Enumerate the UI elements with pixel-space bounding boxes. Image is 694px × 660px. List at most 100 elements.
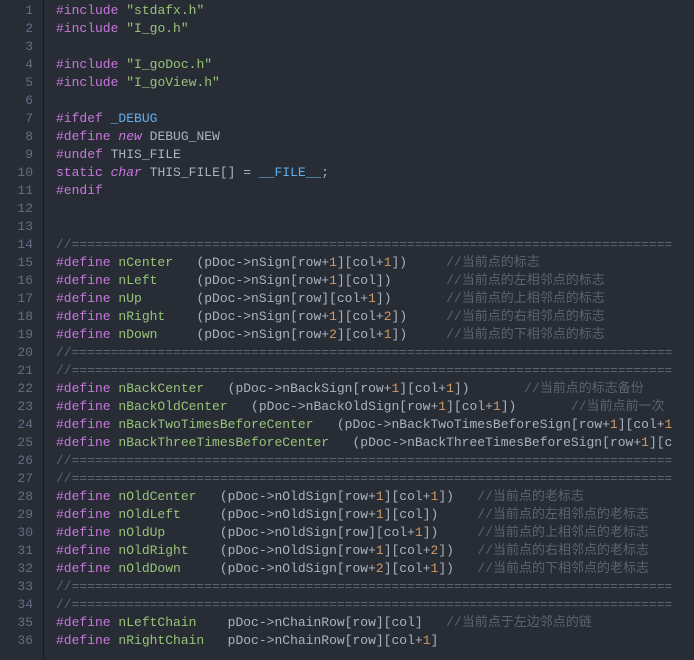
code-line[interactable]: #include "I_go.h": [56, 20, 694, 38]
code-area[interactable]: #include "stdafx.h"#include "I_go.h"#inc…: [44, 0, 694, 660]
code-line[interactable]: #define nBackCenter (pDoc->nBackSign[row…: [56, 380, 694, 398]
token-pre: #include: [56, 3, 118, 18]
token-id: THIS_FILE[] =: [150, 165, 259, 180]
token-pre: #define: [56, 255, 111, 270]
line-number: 2: [0, 20, 43, 38]
code-line[interactable]: //======================================…: [56, 236, 694, 254]
token-macro: _DEBUG: [111, 111, 158, 126]
code-editor[interactable]: 1234567891011121314151617181920212223242…: [0, 0, 694, 660]
token-grn: nOldUp: [118, 525, 165, 540]
token-pre: #ifdef: [56, 111, 103, 126]
code-line[interactable]: #define nOldDown (pDoc->nOldSign[row+2][…: [56, 560, 694, 578]
code-line[interactable]: #include "I_goDoc.h": [56, 56, 694, 74]
token-id: ][col+: [337, 309, 384, 324]
token-id: (pDoc->nBackThreeTimesBeforeSign[row+: [352, 435, 641, 450]
token-cmt: //当前点于左边邻点的链: [446, 615, 592, 630]
token-pre: #define: [56, 489, 111, 504]
token-num: 1: [423, 633, 431, 648]
code-line[interactable]: [56, 218, 694, 236]
line-number: 35: [0, 614, 43, 632]
line-number: 21: [0, 362, 43, 380]
code-line[interactable]: #define nBackTwoTimesBeforeCenter (pDoc-…: [56, 416, 694, 434]
token-grn: nLeft: [118, 273, 157, 288]
token-pre: #define: [56, 543, 111, 558]
token-num: 1: [446, 381, 454, 396]
code-line[interactable]: #define nUp (pDoc->nSign[row][col+1]) //…: [56, 290, 694, 308]
token-id: (pDoc->nSign[row+: [196, 309, 329, 324]
token-pre: #define: [56, 291, 111, 306]
code-line[interactable]: #define nOldUp (pDoc->nOldSign[row][col+…: [56, 524, 694, 542]
token-num: 1: [493, 399, 501, 414]
token-id: ][col+: [446, 399, 493, 414]
token-num: 1: [368, 291, 376, 306]
code-line[interactable]: #include "stdafx.h": [56, 2, 694, 20]
token-pre: #define: [56, 399, 111, 414]
line-number: 25: [0, 434, 43, 452]
token-id: (pDoc->nSign[row][col+: [196, 291, 368, 306]
line-number: 15: [0, 254, 43, 272]
code-line[interactable]: #define nOldCenter (pDoc->nOldSign[row+1…: [56, 488, 694, 506]
code-line[interactable]: //======================================…: [56, 470, 694, 488]
code-line[interactable]: [56, 38, 694, 56]
token-id: (pDoc->nBackTwoTimesBeforeSign[row+: [337, 417, 610, 432]
line-number: 28: [0, 488, 43, 506]
code-line[interactable]: //======================================…: [56, 452, 694, 470]
token-id: ]): [392, 309, 447, 324]
code-line[interactable]: #define nOldLeft (pDoc->nOldSign[row+1][…: [56, 506, 694, 524]
code-line[interactable]: static char THIS_FILE[] = __FILE__;: [56, 164, 694, 182]
code-line[interactable]: #define nBackOldCenter (pDoc->nBackOldSi…: [56, 398, 694, 416]
token-str: "I_goView.h": [126, 75, 220, 90]
token-id: ][col+: [399, 381, 446, 396]
token-cmt: //======================================…: [56, 363, 672, 378]
code-line[interactable]: #define nOldRight (pDoc->nOldSign[row+1]…: [56, 542, 694, 560]
token-cmt: //当前点前一次: [571, 399, 665, 414]
token-pre: #include: [56, 75, 118, 90]
token-id: ]): [376, 291, 446, 306]
token-id: (pDoc->nBackOldSign[row+: [251, 399, 438, 414]
token-cmt: //当前点的右相邻点的老标志: [477, 543, 649, 558]
token-str: "stdafx.h": [126, 3, 204, 18]
line-number: 6: [0, 92, 43, 110]
code-line[interactable]: #define nBackThreeTimesBeforeCenter (pDo…: [56, 434, 694, 452]
code-line[interactable]: #define new DEBUG_NEW: [56, 128, 694, 146]
line-number: 29: [0, 506, 43, 524]
code-line[interactable]: [56, 92, 694, 110]
token-cmt: //当前点的左相邻点的老标志: [477, 507, 649, 522]
code-line[interactable]: //======================================…: [56, 596, 694, 614]
line-number: 9: [0, 146, 43, 164]
line-number: 31: [0, 542, 43, 560]
code-line[interactable]: #define nCenter (pDoc->nSign[row+1][col+…: [56, 254, 694, 272]
token-cmt: //======================================…: [56, 471, 672, 486]
token-grn: nLeftChain: [118, 615, 196, 630]
token-id: ;: [321, 165, 329, 180]
token-grn: nOldDown: [118, 561, 180, 576]
token-pre: #define: [56, 615, 111, 630]
code-line[interactable]: [56, 200, 694, 218]
line-number: 32: [0, 560, 43, 578]
token-pre: #define: [56, 273, 111, 288]
code-line[interactable]: #include "I_goView.h": [56, 74, 694, 92]
code-line[interactable]: #define nLeft (pDoc->nSign[row+1][col]) …: [56, 272, 694, 290]
line-number: 13: [0, 218, 43, 236]
token-id: ]): [501, 399, 571, 414]
token-grn: nCenter: [118, 255, 173, 270]
token-id: ]): [392, 255, 447, 270]
token-id: DEBUG_NEW: [150, 129, 220, 144]
code-line[interactable]: //======================================…: [56, 344, 694, 362]
line-number: 20: [0, 344, 43, 362]
code-line[interactable]: #endif: [56, 182, 694, 200]
line-number: 26: [0, 452, 43, 470]
token-pre: #define: [56, 507, 111, 522]
code-line[interactable]: #define nLeftChain pDoc->nChainRow[row][…: [56, 614, 694, 632]
token-id: ][col+: [337, 255, 384, 270]
token-type: char: [111, 165, 142, 180]
code-line[interactable]: #define nRightChain pDoc->nChainRow[row]…: [56, 632, 694, 650]
code-line[interactable]: #ifdef _DEBUG: [56, 110, 694, 128]
code-line[interactable]: #undef THIS_FILE: [56, 146, 694, 164]
token-num: 1: [329, 273, 337, 288]
code-line[interactable]: #define nRight (pDoc->nSign[row+1][col+2…: [56, 308, 694, 326]
token-pre: #define: [56, 561, 111, 576]
code-line[interactable]: //======================================…: [56, 362, 694, 380]
code-line[interactable]: #define nDown (pDoc->nSign[row+2][col+1]…: [56, 326, 694, 344]
code-line[interactable]: //======================================…: [56, 578, 694, 596]
